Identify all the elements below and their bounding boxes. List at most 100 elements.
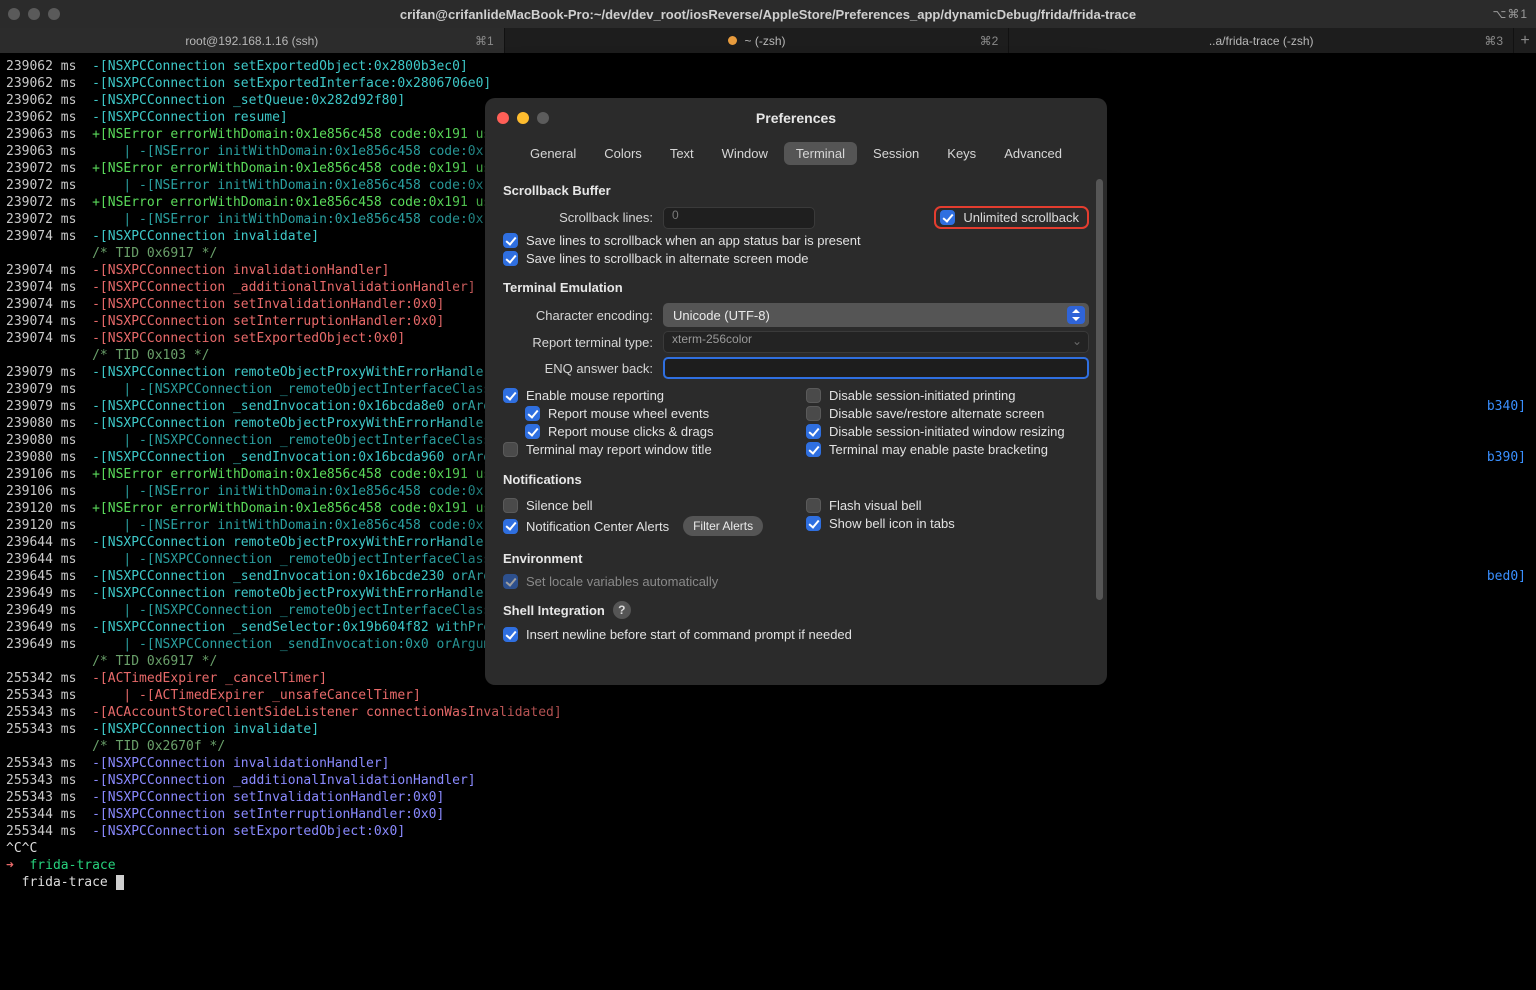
mouse-wheel-label: Report mouse wheel events <box>548 406 709 421</box>
cursor-icon <box>116 875 124 890</box>
save-altscreen-checkbox[interactable] <box>503 251 518 266</box>
tab-shortcut: ⌘2 <box>980 34 999 48</box>
paste-bracketing-label: Terminal may enable paste bracketing <box>829 442 1048 457</box>
locale-label: Set locale variables automatically <box>526 574 718 589</box>
unlimited-scrollback-highlight: Unlimited scrollback <box>934 206 1089 229</box>
prefs-tab-text[interactable]: Text <box>658 142 706 165</box>
prefs-scrollbar[interactable] <box>1096 179 1103 669</box>
shell-heading-text: Shell Integration <box>503 603 605 618</box>
save-statusbar-checkbox[interactable] <box>503 233 518 248</box>
terminal-line: 255344 ms -[NSXPCConnection setExportedO… <box>6 823 1530 840</box>
mouse-reporting-label: Enable mouse reporting <box>526 388 664 403</box>
tab-zsh-home[interactable]: ~ (-zsh) ⌘2 <box>505 28 1010 53</box>
add-tab-button[interactable]: + <box>1514 28 1536 53</box>
nc-alerts-checkbox[interactable] <box>503 519 518 534</box>
prefs-tab-colors[interactable]: Colors <box>592 142 654 165</box>
prefs-tab-session[interactable]: Session <box>861 142 931 165</box>
locale-checkbox[interactable] <box>503 574 518 589</box>
minimize-icon[interactable] <box>517 112 529 124</box>
mouse-clicks-checkbox[interactable] <box>525 424 540 439</box>
window-title-label: Terminal may report window title <box>526 442 712 457</box>
section-shell-integration: Shell Integration ? <box>503 601 1089 619</box>
main-titlebar: crifan@crifanlideMacBook-Pro:~/dev/dev_r… <box>0 0 1536 28</box>
terminal-prompt: ➜ frida-trace <box>6 857 1530 874</box>
disable-altscreen-checkbox[interactable] <box>806 406 821 421</box>
bell-tab-icon-label: Show bell icon in tabs <box>829 516 955 531</box>
encoding-label: Character encoding: <box>503 308 653 323</box>
disable-printing-label: Disable session-initiated printing <box>829 388 1015 403</box>
silence-bell-label: Silence bell <box>526 498 593 513</box>
zoom-icon[interactable] <box>48 8 60 20</box>
flash-bell-label: Flash visual bell <box>829 498 922 513</box>
prefs-traffic-lights[interactable] <box>485 112 549 124</box>
filter-alerts-button[interactable]: Filter Alerts <box>683 516 763 536</box>
tab-bar: root@192.168.1.16 (ssh) ⌘1 ~ (-zsh) ⌘2 .… <box>0 28 1536 54</box>
save-altscreen-label: Save lines to scrollback in alternate sc… <box>526 251 809 266</box>
prefs-tab-window[interactable]: Window <box>710 142 780 165</box>
nc-alerts-label: Notification Center Alerts <box>526 519 669 534</box>
mouse-reporting-checkbox[interactable] <box>503 388 518 403</box>
encoding-select[interactable]: Unicode (UTF-8) <box>663 303 1089 327</box>
scrollbar-thumb[interactable] <box>1096 179 1103 600</box>
terminal-line: 239062 ms -[NSXPCConnection setExportedI… <box>6 75 1530 92</box>
chevron-updown-icon <box>1067 306 1085 324</box>
encoding-value: Unicode (UTF-8) <box>673 308 770 323</box>
mouse-wheel-checkbox[interactable] <box>525 406 540 421</box>
close-icon[interactable] <box>497 112 509 124</box>
activity-dot-icon <box>728 36 737 45</box>
terminal-line: 255344 ms -[NSXPCConnection setInterrupt… <box>6 806 1530 823</box>
terminal-line: 255343 ms -[ACAccountStoreClientSideList… <box>6 704 1530 721</box>
tab-label: ..a/frida-trace (-zsh) <box>1209 34 1314 48</box>
tab-label: ~ (-zsh) <box>745 34 786 48</box>
section-notifications: Notifications <box>503 472 1089 487</box>
window-traffic-lights[interactable] <box>8 8 60 20</box>
scrollback-lines-label: Scrollback lines: <box>503 210 653 225</box>
terminal-current-line[interactable]: frida-trace <box>6 874 1530 891</box>
enq-field[interactable] <box>663 357 1089 379</box>
mouse-clicks-label: Report mouse clicks & drags <box>548 424 713 439</box>
tab-shortcut: ⌘1 <box>475 34 494 48</box>
prefs-tab-advanced[interactable]: Advanced <box>992 142 1074 165</box>
help-icon[interactable]: ? <box>613 601 631 619</box>
window-title: crifan@crifanlideMacBook-Pro:~/dev/dev_r… <box>0 7 1536 22</box>
scrollback-lines-field[interactable]: 0 <box>663 207 815 229</box>
prefs-tab-keys[interactable]: Keys <box>935 142 988 165</box>
minimize-icon[interactable] <box>28 8 40 20</box>
terminal-line: 255343 ms | -[ACTimedExpirer _unsafeCanc… <box>6 687 1530 704</box>
disable-resize-label: Disable session-initiated window resizin… <box>829 424 1065 439</box>
section-scrollback: Scrollback Buffer <box>503 183 1089 198</box>
tab-shortcut: ⌘3 <box>1484 34 1503 48</box>
terminal-line: 255343 ms -[NSXPCConnection setInvalidat… <box>6 789 1530 806</box>
section-emulation: Terminal Emulation <box>503 280 1089 295</box>
term-type-label: Report terminal type: <box>503 335 653 350</box>
term-type-field[interactable]: xterm-256color <box>663 331 1089 353</box>
section-environment: Environment <box>503 551 1089 566</box>
insert-newline-label: Insert newline before start of command p… <box>526 627 852 642</box>
paste-bracketing-checkbox[interactable] <box>806 442 821 457</box>
terminal-line: 255343 ms -[NSXPCConnection _additionalI… <box>6 772 1530 789</box>
zoom-icon[interactable] <box>537 112 549 124</box>
terminal-line: 255343 ms -[NSXPCConnection invalidate] <box>6 721 1530 738</box>
terminal-line: 255343 ms -[NSXPCConnection invalidation… <box>6 755 1530 772</box>
disable-printing-checkbox[interactable] <box>806 388 821 403</box>
prefs-tab-general[interactable]: General <box>518 142 588 165</box>
disable-resize-checkbox[interactable] <box>806 424 821 439</box>
window-title-checkbox[interactable] <box>503 442 518 457</box>
terminal-line: 239062 ms -[NSXPCConnection setExportedO… <box>6 58 1530 75</box>
bell-tab-icon-checkbox[interactable] <box>806 516 821 531</box>
close-icon[interactable] <box>8 8 20 20</box>
enq-label: ENQ answer back: <box>503 361 653 376</box>
terminal-interrupt: ^C^C <box>6 840 1530 857</box>
silence-bell-checkbox[interactable] <box>503 498 518 513</box>
prefs-titlebar: Preferences <box>485 98 1107 138</box>
prefs-body: Scrollback Buffer Scrollback lines: 0 Un… <box>485 175 1107 685</box>
tab-frida-trace[interactable]: ..a/frida-trace (-zsh) ⌘3 <box>1009 28 1514 53</box>
prefs-title: Preferences <box>485 110 1107 126</box>
unlimited-scrollback-checkbox[interactable] <box>940 210 955 225</box>
preferences-window: Preferences GeneralColorsTextWindowTermi… <box>485 98 1107 685</box>
prefs-tab-terminal[interactable]: Terminal <box>784 142 857 165</box>
flash-bell-checkbox[interactable] <box>806 498 821 513</box>
terminal-line: /* TID 0x2670f */ <box>6 738 1530 755</box>
insert-newline-checkbox[interactable] <box>503 627 518 642</box>
tab-ssh[interactable]: root@192.168.1.16 (ssh) ⌘1 <box>0 28 505 53</box>
